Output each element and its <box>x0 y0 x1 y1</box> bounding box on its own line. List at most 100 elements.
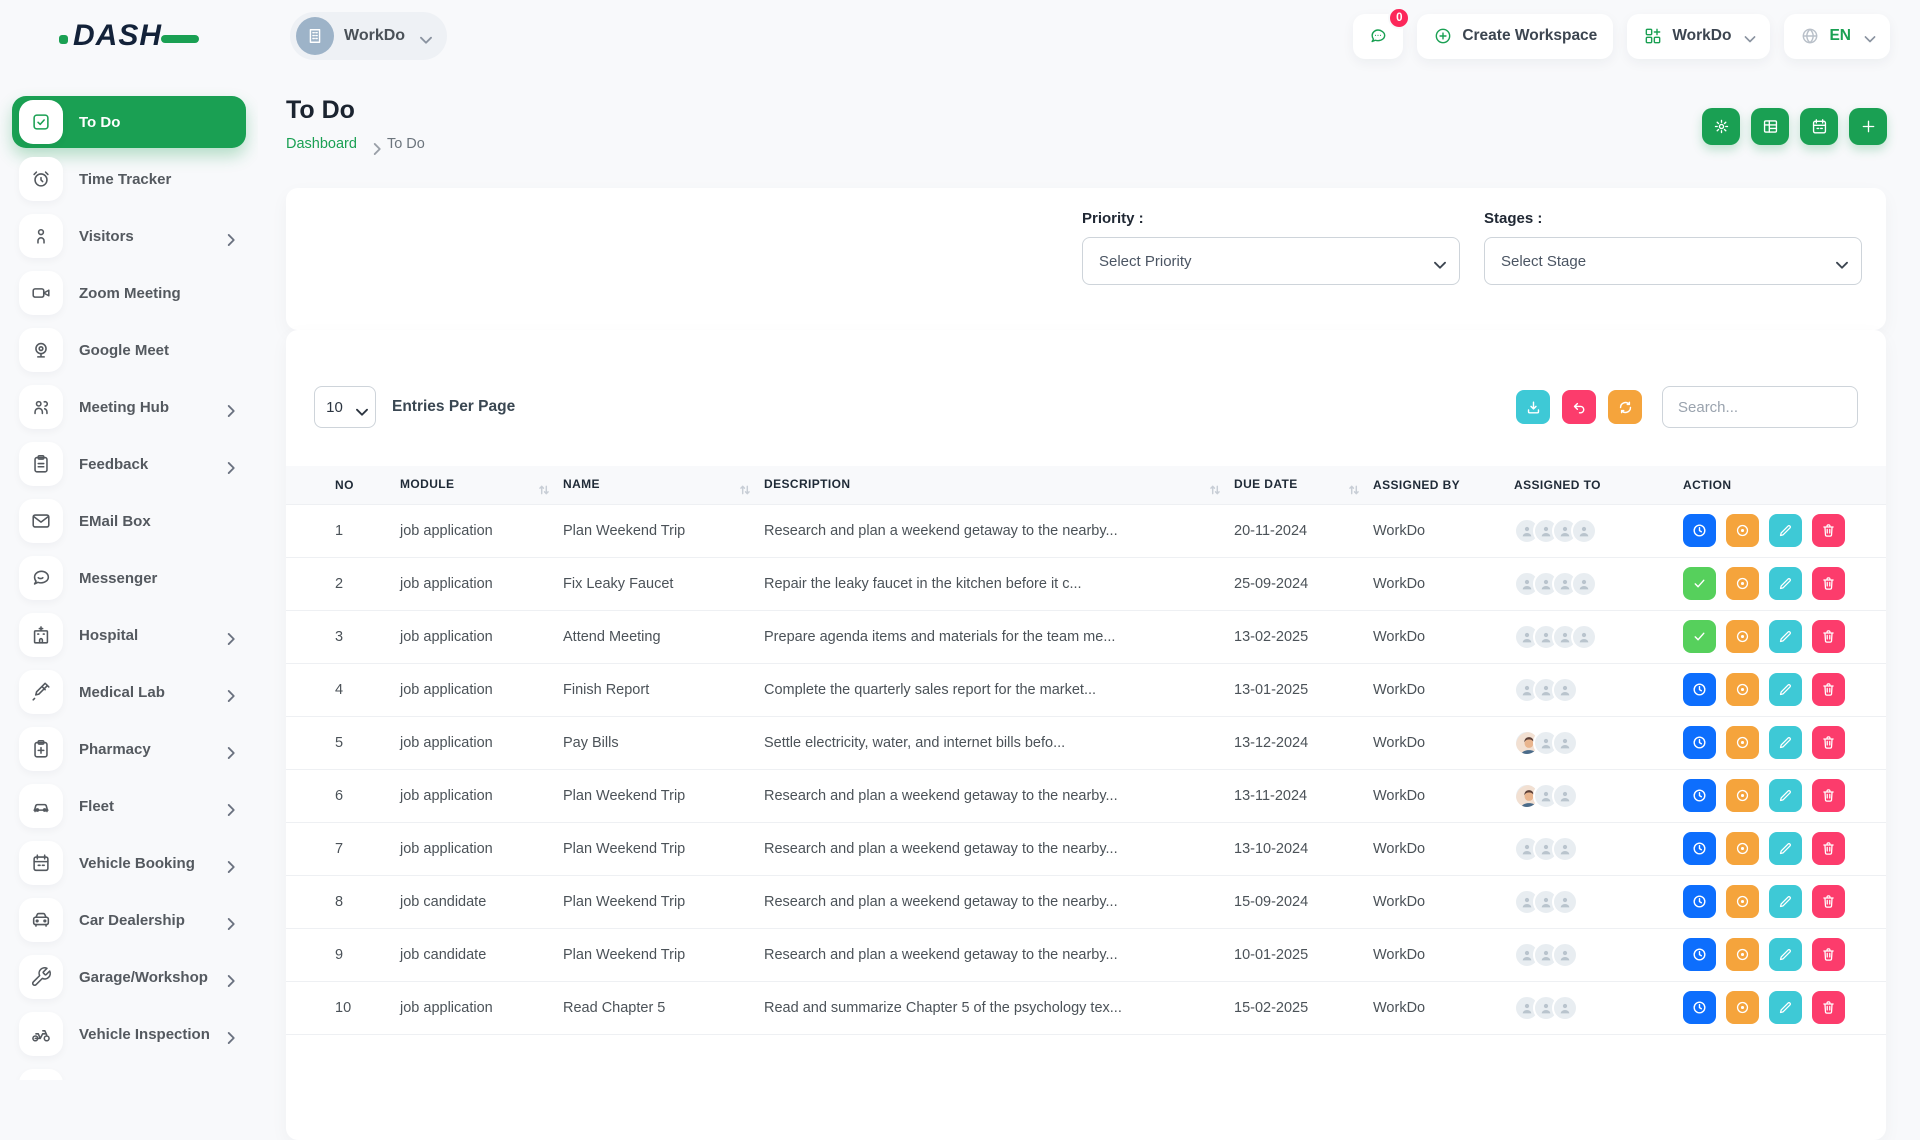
sidebar-item-messenger[interactable]: Messenger <box>12 552 246 604</box>
trash-action-button[interactable] <box>1812 779 1845 812</box>
pencil-action-button[interactable] <box>1769 620 1802 653</box>
plus-button[interactable] <box>1849 108 1887 145</box>
trash-action-button[interactable] <box>1812 991 1845 1024</box>
sidebar-item-vehicle-booking[interactable]: Vehicle Booking <box>12 837 246 889</box>
pencil-action-button[interactable] <box>1769 726 1802 759</box>
target-icon <box>1734 999 1751 1016</box>
download-button[interactable] <box>1516 390 1550 424</box>
page-title: To Do <box>286 96 355 125</box>
language-selector[interactable]: EN <box>1784 14 1890 59</box>
chevron-down-icon <box>1860 29 1880 49</box>
workspace-menu-button[interactable]: WorkDo <box>1627 14 1770 59</box>
trash-action-button[interactable] <box>1812 673 1845 706</box>
refresh-button[interactable] <box>1608 390 1642 424</box>
assignee-avatar[interactable] <box>1552 836 1578 862</box>
sidebar-item-medical-lab[interactable]: Medical Lab <box>12 666 246 718</box>
sidebar-item-label: Vehicle Booking <box>79 855 195 872</box>
clock-action-button[interactable] <box>1683 991 1716 1024</box>
trash-action-button[interactable] <box>1812 620 1845 653</box>
trash-action-button[interactable] <box>1812 885 1845 918</box>
trash-action-button[interactable] <box>1812 567 1845 600</box>
breadcrumb-dashboard-link[interactable]: Dashboard <box>286 136 357 152</box>
stage-select[interactable]: Select Stage <box>1484 237 1862 285</box>
target-action-button[interactable] <box>1726 832 1759 865</box>
sidebar-item-to-do[interactable]: To Do <box>12 96 246 148</box>
trash-action-button[interactable] <box>1812 832 1845 865</box>
entries-per-page-select[interactable]: 10 <box>314 386 376 428</box>
column-header-module[interactable]: MODULE <box>400 466 563 504</box>
check-action-button[interactable] <box>1683 620 1716 653</box>
assignee-avatar[interactable] <box>1571 571 1597 597</box>
trash-action-button[interactable] <box>1812 514 1845 547</box>
pencil-icon <box>1777 734 1794 751</box>
column-header-name[interactable]: NAME <box>563 466 764 504</box>
target-action-button[interactable] <box>1726 938 1759 971</box>
sidebar-item-pharmacy[interactable]: Pharmacy <box>12 723 246 775</box>
target-action-button[interactable] <box>1726 620 1759 653</box>
target-action-button[interactable] <box>1726 726 1759 759</box>
assignee-avatar[interactable] <box>1552 677 1578 703</box>
assignee-avatar[interactable] <box>1552 783 1578 809</box>
pencil-action-button[interactable] <box>1769 514 1802 547</box>
sidebar-item-machine-repair[interactable]: Machine Repair <box>12 1065 246 1080</box>
undo-arrow-button[interactable] <box>1562 390 1596 424</box>
target-action-button[interactable] <box>1726 673 1759 706</box>
sidebar-item-vehicle-inspection[interactable]: Vehicle Inspection <box>12 1008 246 1060</box>
clock-action-button[interactable] <box>1683 885 1716 918</box>
sidebar-item-time-tracker[interactable]: Time Tracker <box>12 153 246 205</box>
assignee-avatar[interactable] <box>1571 624 1597 650</box>
assignee-avatar[interactable] <box>1571 518 1597 544</box>
cell-name: Fix Leaky Faucet <box>563 557 764 610</box>
clock-action-button[interactable] <box>1683 514 1716 547</box>
pencil-action-button[interactable] <box>1769 938 1802 971</box>
check-action-button[interactable] <box>1683 567 1716 600</box>
target-action-button[interactable] <box>1726 779 1759 812</box>
trash-action-button[interactable] <box>1812 938 1845 971</box>
sidebar-item-fleet[interactable]: Fleet <box>12 780 246 832</box>
pencil-action-button[interactable] <box>1769 885 1802 918</box>
assignee-avatar[interactable] <box>1552 995 1578 1021</box>
pencil-icon <box>1777 893 1794 910</box>
table-header-row: NOMODULENAMEDESCRIPTIONDUE DATEASSIGNED … <box>286 466 1886 504</box>
sidebar-item-email-box[interactable]: EMail Box <box>12 495 246 547</box>
calendar-button[interactable] <box>1800 108 1838 145</box>
column-header-due-date[interactable]: DUE DATE <box>1234 466 1373 504</box>
create-workspace-button[interactable]: Create Workspace <box>1417 14 1613 59</box>
workspace-selector[interactable]: WorkDo <box>290 12 447 60</box>
gear-button[interactable] <box>1702 108 1740 145</box>
clock-action-button[interactable] <box>1683 832 1716 865</box>
pencil-action-button[interactable] <box>1769 567 1802 600</box>
pencil-action-button[interactable] <box>1769 832 1802 865</box>
target-action-button[interactable] <box>1726 567 1759 600</box>
search-input[interactable] <box>1662 386 1858 428</box>
clock-action-button[interactable] <box>1683 938 1716 971</box>
assignee-avatar[interactable] <box>1552 730 1578 756</box>
trash-action-button[interactable] <box>1812 726 1845 759</box>
clock-action-button[interactable] <box>1683 779 1716 812</box>
table-row: 9job candidatePlan Weekend TripResearch … <box>286 928 1886 981</box>
sidebar-item-car-dealership[interactable]: Car Dealership <box>12 894 246 946</box>
check-square-icon-tile <box>19 100 63 144</box>
pencil-action-button[interactable] <box>1769 991 1802 1024</box>
target-action-button[interactable] <box>1726 991 1759 1024</box>
pencil-action-button[interactable] <box>1769 779 1802 812</box>
sidebar-item-feedback[interactable]: Feedback <box>12 438 246 490</box>
table-grid-button[interactable] <box>1751 108 1789 145</box>
priority-select[interactable]: Select Priority <box>1082 237 1460 285</box>
sidebar-item-garage-workshop[interactable]: Garage/Workshop <box>12 951 246 1003</box>
clock-action-button[interactable] <box>1683 726 1716 759</box>
sidebar-item-google-meet[interactable]: Google Meet <box>12 324 246 376</box>
sidebar-item-visitors[interactable]: Visitors <box>12 210 246 262</box>
sidebar-item-hospital[interactable]: Hospital <box>12 609 246 661</box>
pencil-action-button[interactable] <box>1769 673 1802 706</box>
target-action-button[interactable] <box>1726 514 1759 547</box>
messages-button[interactable]: 0 <box>1353 14 1403 59</box>
column-header-description[interactable]: DESCRIPTION <box>764 466 1234 504</box>
brand-logo[interactable]: DASH <box>0 19 258 53</box>
sidebar-item-meeting-hub[interactable]: Meeting Hub <box>12 381 246 433</box>
target-action-button[interactable] <box>1726 885 1759 918</box>
assignee-avatar[interactable] <box>1552 942 1578 968</box>
clock-action-button[interactable] <box>1683 673 1716 706</box>
sidebar-item-zoom-meeting[interactable]: Zoom Meeting <box>12 267 246 319</box>
assignee-avatar[interactable] <box>1552 889 1578 915</box>
